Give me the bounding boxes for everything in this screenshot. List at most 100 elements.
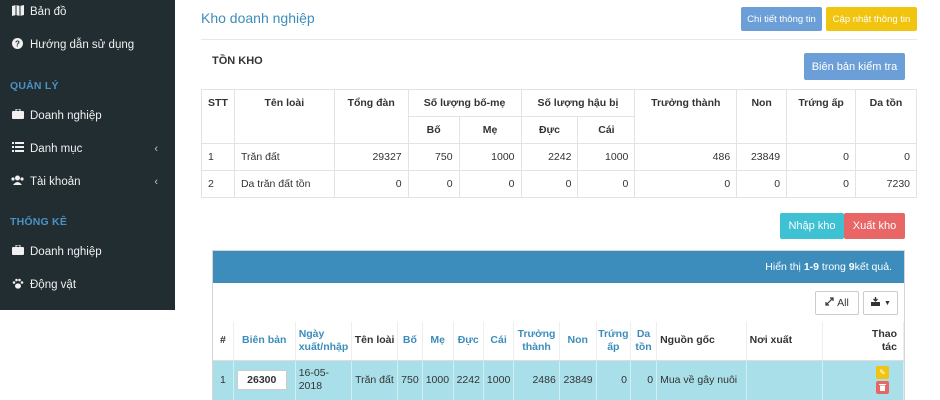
header-line: Trứng [598, 327, 629, 340]
section-heading-manage: QUẢN LÝ [10, 80, 59, 92]
col-header-adult[interactable]: Trưởng thành [513, 322, 560, 361]
inspection-report-button[interactable]: Biên bản kiểm tra [804, 53, 905, 80]
trash-icon[interactable] [876, 380, 889, 394]
sidebar-item-label: Doanh nghiệp [30, 245, 102, 258]
cell-young: 23849 [736, 143, 788, 171]
header-line: thành [522, 340, 551, 353]
col-header-destination: Nơi xuất [746, 322, 823, 361]
stock-table: STT Tên loài Tổng đàn Số lượng bố-mẹ Số … [201, 89, 917, 198]
divider [201, 39, 917, 40]
col-header-male[interactable]: Đực [453, 322, 484, 361]
sidebar: Bản đồ ? Hướng dẫn sử dụng QUẢN LÝ Doanh… [0, 0, 175, 310]
col-header-report[interactable]: Biên bản [233, 322, 296, 361]
col-header-father[interactable]: Bố [397, 322, 423, 361]
col-header-male: Đực [520, 116, 579, 144]
col-header-young: Non [736, 89, 788, 144]
cell-eggs: 0 [596, 360, 632, 400]
col-header-father: Bố [407, 116, 460, 144]
export-menu-button[interactable]: ▼ [863, 291, 898, 315]
date-line: 2018 [298, 380, 323, 393]
cell-female: 1000 [577, 143, 636, 171]
report-number-field[interactable]: 26300 [236, 370, 287, 391]
section-heading-stats: THỐNG KÊ [10, 216, 68, 228]
col-header-date[interactable]: Ngày xuất/nhập [295, 322, 353, 361]
cell-young: 0 [736, 170, 788, 198]
col-header-eggs: Trứng ấp [786, 89, 857, 144]
sidebar-item-guide[interactable]: ? Hướng dẫn sử dụng [11, 38, 166, 52]
cell-mother: 0 [458, 170, 522, 198]
cell-stt: 1 [201, 143, 235, 171]
cell-origin: Mua về gây nuôi [656, 360, 747, 400]
cell-adult: 486 [634, 143, 738, 171]
cell-male: 2242 [520, 143, 579, 171]
col-header-female: Cái [577, 116, 636, 144]
update-info-button[interactable]: Cập nhật thông tin [826, 7, 917, 31]
map-icon [11, 5, 24, 19]
header-line: Ngày [298, 327, 325, 340]
sidebar-item-animals[interactable]: Động vật [11, 278, 166, 292]
sidebar-item-stats-business[interactable]: Doanh nghiệp [11, 244, 166, 258]
svg-text:?: ? [15, 40, 20, 49]
question-circle-icon: ? [11, 38, 24, 52]
users-icon [11, 175, 24, 188]
results-summary: Hiển thị 1-9 trong 9 kết quả. [213, 251, 904, 283]
sidebar-item-label: Doanh nghiệp [30, 109, 102, 122]
cell-father: 750 [397, 360, 423, 400]
list-icon [11, 142, 24, 155]
show-all-button[interactable]: All [815, 291, 859, 315]
col-header-total: Tổng đàn [333, 89, 409, 144]
export-stock-button[interactable]: Xuất kho [844, 213, 905, 239]
sidebar-item-label: Hướng dẫn sử dụng [30, 39, 135, 51]
cell-mother: 1000 [458, 143, 522, 171]
col-header-mother[interactable]: Mẹ [422, 322, 454, 361]
export-icon [870, 296, 881, 310]
col-header-stt: STT [201, 89, 235, 144]
cell-species: Trăn đất [351, 360, 399, 400]
cell-female: 0 [577, 170, 636, 198]
col-header-skin[interactable]: Da tồn [630, 322, 658, 361]
cell-female: 1000 [483, 360, 515, 400]
caret-down-icon: ▼ [884, 299, 891, 307]
cell-date: 16-05- 2018 [295, 360, 353, 400]
cell-male: 0 [520, 170, 579, 198]
col-header-species: Tên loài [233, 89, 335, 144]
paw-icon [11, 278, 24, 292]
transactions-panel: Hiển thị 1-9 trong 9 kết quả. All ▼ # Bi… [212, 250, 905, 400]
chevron-left-icon: ‹ [154, 175, 158, 188]
table-row: 1 26300 16-05- 2018 Trăn đất 750 1000 224… [213, 360, 905, 400]
briefcase-icon [11, 108, 24, 122]
col-header-actions: Thao tác [822, 322, 905, 361]
col-header-eggs[interactable]: Trứng ấp [596, 322, 632, 361]
cell-young: 23849 [559, 360, 597, 400]
transactions-table: # Biên bản Ngày xuất/nhập Tên loài Bố Mẹ … [213, 322, 905, 400]
chevron-left-icon: ‹ [154, 142, 158, 155]
cell-eggs: 0 [786, 143, 857, 171]
import-stock-button[interactable]: Nhập kho [780, 213, 844, 239]
header-line: Da [636, 327, 651, 340]
col-header-origin: Nguồn gốc [656, 322, 747, 361]
cell-adult: 0 [634, 170, 738, 198]
cell-father: 0 [407, 170, 460, 198]
sidebar-item-account[interactable]: Tài khoản ‹ [11, 175, 166, 188]
cell-actions: ✎ [822, 360, 905, 400]
col-header-young[interactable]: Non [559, 322, 597, 361]
sidebar-item-business[interactable]: Doanh nghiệp [11, 108, 166, 122]
sidebar-item-catalog[interactable]: Danh mục ‹ [11, 142, 166, 155]
edit-icon[interactable]: ✎ [876, 365, 889, 379]
col-header-parents: Số lượng bố-mẹ [407, 89, 522, 117]
page-title: Kho doanh nghiệp [201, 10, 315, 26]
col-header-skin: Da tồn [855, 89, 917, 144]
col-header-female[interactable]: Cái [483, 322, 515, 361]
cell-mother: 1000 [422, 360, 454, 400]
cell-destination [746, 360, 823, 400]
stock-section-title: TỒN KHO [212, 55, 263, 67]
col-header-index: # [213, 322, 234, 361]
briefcase-icon [11, 244, 24, 258]
sidebar-item-label: Danh mục [30, 142, 83, 155]
cell-father: 750 [407, 143, 460, 171]
sidebar-item-label: Bản đồ [30, 6, 67, 18]
detail-info-button[interactable]: Chi tiết thông tin [741, 7, 822, 31]
sidebar-item-map[interactable]: Bản đồ [11, 5, 166, 19]
cell-index: 1 [213, 360, 234, 400]
header-line: Trưởng [517, 327, 556, 340]
